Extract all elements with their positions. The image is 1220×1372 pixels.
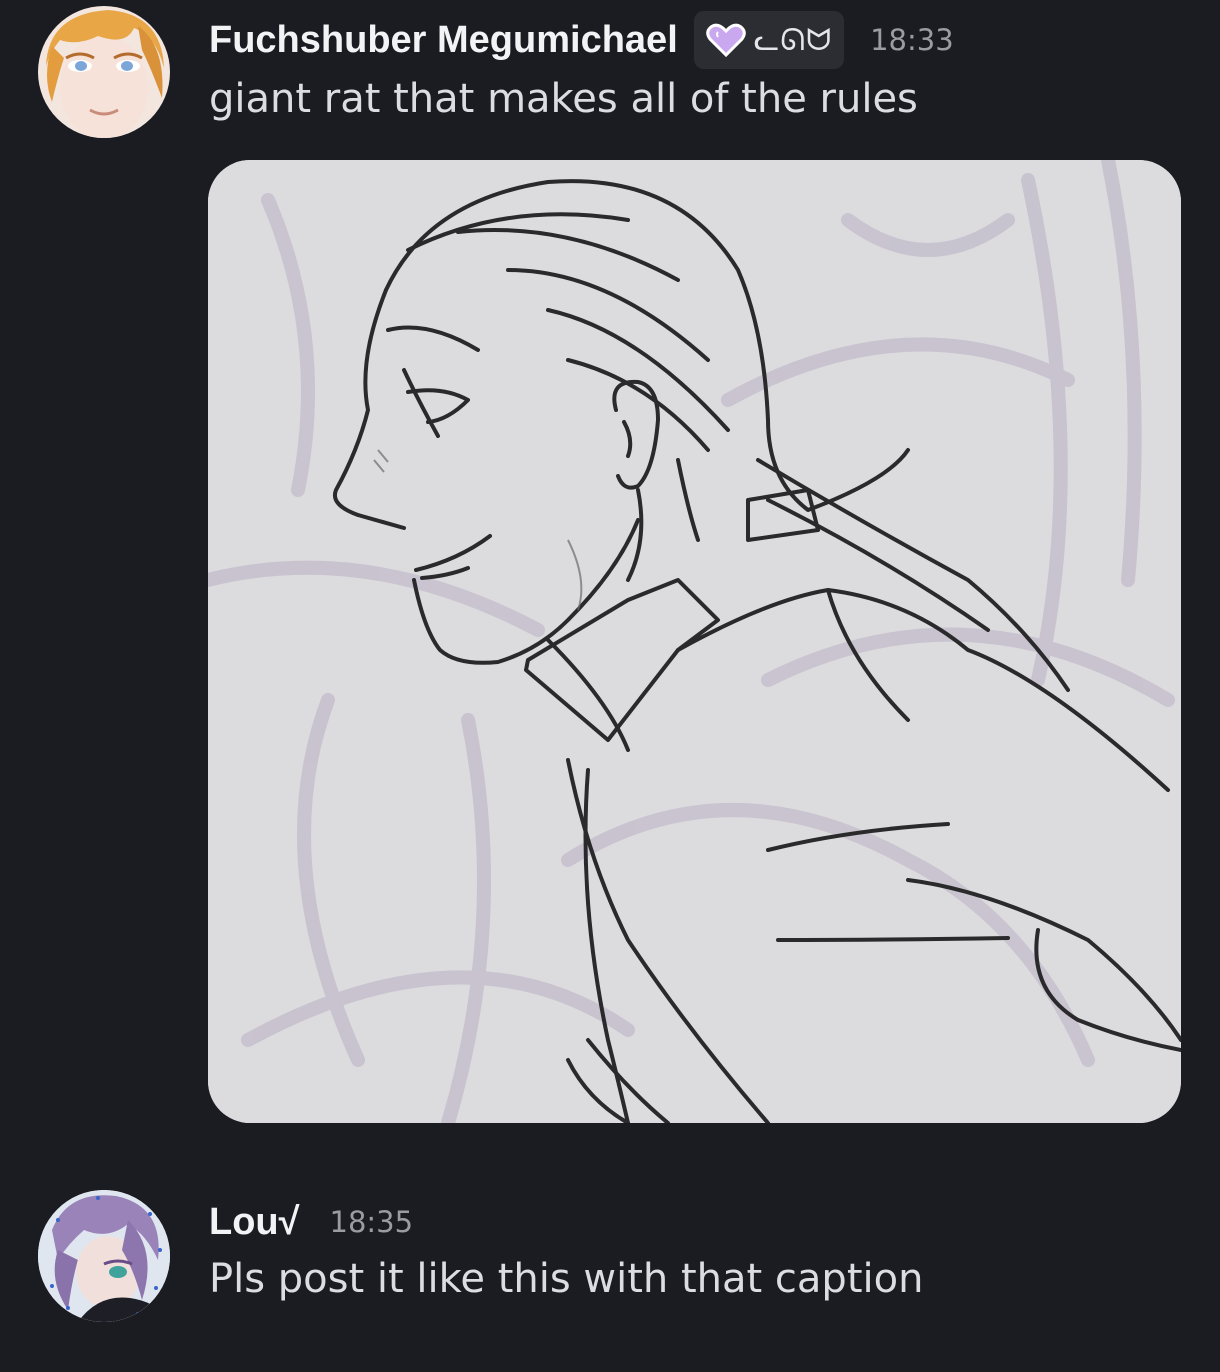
message-header: Lou√ 18:35 <box>209 1194 413 1250</box>
message-text: giant rat that makes all of the rules <box>209 76 918 122</box>
message-text: Pls post it like this with that caption <box>209 1256 924 1302</box>
timestamp[interactable]: 18:33 <box>870 23 954 57</box>
avatar[interactable] <box>38 6 170 138</box>
message-header: Fuchshuber Megumichael ᓚᘏᗢ 18:33 <box>209 10 954 70</box>
sketch-image <box>208 160 1181 1123</box>
avatar-image <box>38 1190 170 1322</box>
chat-log: Fuchshuber Megumichael ᓚᘏᗢ 18:33 giant r… <box>0 0 1220 1372</box>
message: Lou√ 18:35 Pls post it like this with th… <box>0 1180 1220 1330</box>
timestamp[interactable]: 18:35 <box>330 1205 414 1239</box>
guild-tag-label: ᓚᘏᗢ <box>753 22 833 58</box>
message: Fuchshuber Megumichael ᓚᘏᗢ 18:33 giant r… <box>0 0 1220 1150</box>
username[interactable]: Fuchshuber Megumichael <box>209 19 678 62</box>
image-attachment[interactable] <box>208 160 1181 1123</box>
heart-icon <box>706 23 746 58</box>
guild-tag[interactable]: ᓚᘏᗢ <box>693 11 845 69</box>
avatar-image <box>38 6 170 138</box>
avatar[interactable] <box>38 1190 170 1322</box>
username[interactable]: Lou√ <box>209 1201 300 1244</box>
